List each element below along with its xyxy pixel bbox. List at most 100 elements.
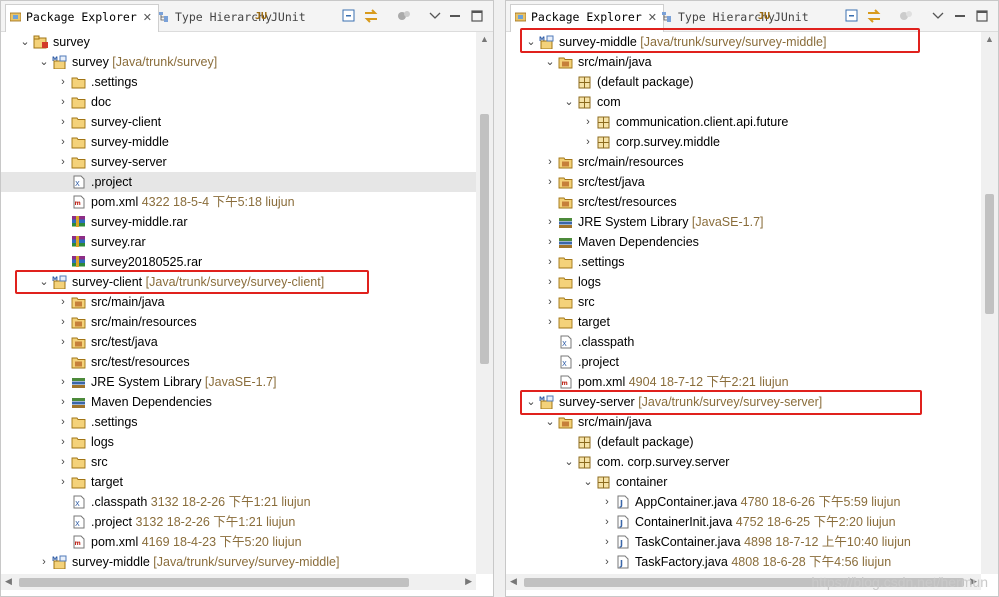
chevron-right-icon[interactable]: › <box>544 232 556 252</box>
tree-item[interactable]: › src/test/java <box>506 172 998 192</box>
tree-item[interactable]: › src <box>1 452 493 472</box>
chevron-down-icon[interactable]: ⌄ <box>563 452 575 472</box>
chevron-right-icon[interactable]: › <box>57 392 69 412</box>
right-vertical-scrollbar[interactable]: ▲ <box>981 32 998 574</box>
tree-item[interactable]: › Maven Dependencies <box>1 392 493 412</box>
chevron-down-icon[interactable]: ⌄ <box>544 52 556 72</box>
tree-item[interactable]: › src/main/resources <box>1 312 493 332</box>
chevron-right-icon[interactable]: › <box>57 132 69 152</box>
chevron-right-icon[interactable]: › <box>544 292 556 312</box>
tree-item[interactable]: ⌄ Msurvey [Java/trunk/survey] <box>1 52 493 72</box>
tree-item[interactable]: src/test/resources <box>1 352 493 372</box>
scrollbar-thumb[interactable] <box>19 578 409 587</box>
tree-item[interactable]: ⌄ container <box>506 472 998 492</box>
chevron-right-icon[interactable]: › <box>544 312 556 332</box>
tree-item[interactable]: › .settings <box>506 252 998 272</box>
tree-item[interactable]: › JRE System Library [JavaSE-1.7] <box>506 212 998 232</box>
tree-item[interactable]: › JRE System Library [JavaSE-1.7] <box>1 372 493 392</box>
tree-item[interactable]: ⌄ com <box>506 92 998 112</box>
tree-item[interactable]: m pom.xml 4322 18-5-4 下午5:18 liujun <box>1 192 493 212</box>
close-icon[interactable]: ✕ <box>143 6 152 30</box>
tree-item[interactable]: › logs <box>1 432 493 452</box>
maximize-button[interactable] <box>469 8 485 24</box>
tree-item[interactable]: › src/main/java <box>1 292 493 312</box>
chevron-down-icon[interactable]: ⌄ <box>563 92 575 112</box>
focus-active-task-button[interactable] <box>898 8 914 24</box>
chevron-right-icon[interactable]: › <box>601 532 613 552</box>
scroll-left-icon[interactable]: ◀ <box>5 576 12 587</box>
tree-item[interactable]: ⌄ survey <box>1 32 493 52</box>
tree-item[interactable]: › doc <box>1 92 493 112</box>
tree-item[interactable]: src/test/resources <box>506 192 998 212</box>
chevron-right-icon[interactable]: › <box>57 412 69 432</box>
scroll-up-icon[interactable]: ▲ <box>985 34 994 44</box>
tree-item[interactable]: › src <box>506 292 998 312</box>
chevron-down-icon[interactable]: ⌄ <box>582 472 594 492</box>
tree-item[interactable]: › communication.client.api.future <box>506 112 998 132</box>
tree-item[interactable]: (default package) <box>506 72 998 92</box>
tree-item[interactable]: X .project <box>1 172 493 192</box>
tree-item[interactable]: › Msurvey-middle [Java/trunk/survey/surve… <box>1 552 493 572</box>
tree-item[interactable]: › target <box>1 472 493 492</box>
tree-item[interactable]: X .classpath <box>506 332 998 352</box>
collapse-all-button[interactable] <box>341 8 357 24</box>
tree-item[interactable]: › survey-client <box>1 112 493 132</box>
tree-item[interactable]: › .settings <box>1 72 493 92</box>
tree-item[interactable]: › Maven Dependencies <box>506 232 998 252</box>
tree-item[interactable]: m pom.xml 4169 18-4-23 下午5:20 liujun <box>1 532 493 552</box>
tree-item[interactable]: › .settings <box>1 412 493 432</box>
tree-item[interactable]: X .project 3132 18-2-26 下午1:21 liujun <box>1 512 493 532</box>
chevron-right-icon[interactable]: › <box>57 112 69 132</box>
tab-package-explorer[interactable]: Package Explorer ✕ <box>5 4 159 32</box>
tree-item[interactable]: › J TaskFactory.java 4808 18-6-28 下午4:56 l… <box>506 552 998 572</box>
view-menu-button[interactable] <box>427 8 443 24</box>
tree-item[interactable]: › target <box>506 312 998 332</box>
chevron-right-icon[interactable]: › <box>57 332 69 352</box>
tab-junit[interactable]: JU JUnit <box>756 5 809 29</box>
scrollbar-thumb[interactable] <box>985 194 994 314</box>
chevron-right-icon[interactable]: › <box>582 132 594 152</box>
chevron-down-icon[interactable]: ⌄ <box>544 412 556 432</box>
left-horizontal-scrollbar[interactable]: ◀ ▶ <box>1 574 476 590</box>
scroll-right-icon[interactable]: ▶ <box>465 576 472 587</box>
chevron-right-icon[interactable]: › <box>38 552 50 572</box>
tree-item[interactable]: › corp.survey.middle <box>506 132 998 152</box>
tab-junit[interactable]: JU JUnit <box>253 5 306 29</box>
focus-active-task-button[interactable] <box>396 8 412 24</box>
minimize-button[interactable] <box>952 8 968 24</box>
chevron-right-icon[interactable]: › <box>601 512 613 532</box>
chevron-right-icon[interactable]: › <box>57 432 69 452</box>
chevron-right-icon[interactable]: › <box>544 172 556 192</box>
tree-item[interactable]: survey.rar <box>1 232 493 252</box>
tree-item[interactable]: survey20180525.rar <box>1 252 493 272</box>
scroll-up-icon[interactable]: ▲ <box>480 34 489 44</box>
tree-item[interactable]: › survey-middle <box>1 132 493 152</box>
tree-item[interactable]: › J ContainerInit.java 4752 18-6-25 下午2:20… <box>506 512 998 532</box>
tree-item[interactable]: X .classpath 3132 18-2-26 下午1:21 liujun <box>1 492 493 512</box>
chevron-right-icon[interactable]: › <box>544 212 556 232</box>
chevron-right-icon[interactable]: › <box>57 372 69 392</box>
chevron-right-icon[interactable]: › <box>57 92 69 112</box>
tree-item[interactable]: ⌄ src/main/java <box>506 412 998 432</box>
chevron-right-icon[interactable]: › <box>57 152 69 172</box>
chevron-right-icon[interactable]: › <box>544 152 556 172</box>
scrollbar-thumb[interactable] <box>480 114 489 364</box>
tree-item[interactable]: survey-middle.rar <box>1 212 493 232</box>
tree-item[interactable]: › J AppContainer.java 4780 18-6-26 下午5:59 … <box>506 492 998 512</box>
chevron-right-icon[interactable]: › <box>57 292 69 312</box>
collapse-all-button[interactable] <box>844 8 860 24</box>
scroll-left-icon[interactable]: ◀ <box>510 576 517 587</box>
tree-item[interactable]: (default package) <box>506 432 998 452</box>
view-menu-button[interactable] <box>930 8 946 24</box>
chevron-right-icon[interactable]: › <box>601 492 613 512</box>
link-with-editor-button[interactable] <box>363 8 379 24</box>
maximize-button[interactable] <box>974 8 990 24</box>
link-with-editor-button[interactable] <box>866 8 882 24</box>
close-icon[interactable]: ✕ <box>648 6 657 30</box>
chevron-right-icon[interactable]: › <box>57 472 69 492</box>
tree-item[interactable]: X .project <box>506 352 998 372</box>
chevron-right-icon[interactable]: › <box>544 272 556 292</box>
tree-item[interactable]: ⌄ com. corp.survey.server <box>506 452 998 472</box>
chevron-down-icon[interactable]: ⌄ <box>19 32 31 52</box>
chevron-right-icon[interactable]: › <box>601 552 613 572</box>
